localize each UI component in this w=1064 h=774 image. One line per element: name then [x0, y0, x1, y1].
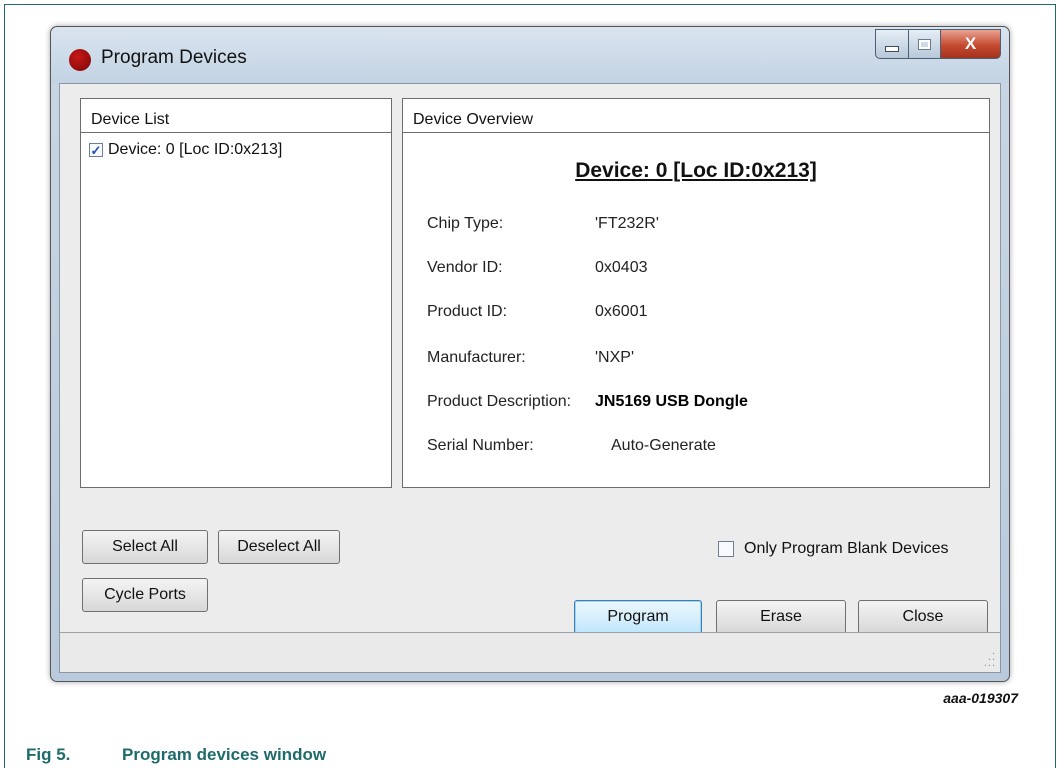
program-devices-window: Program Devices X Device List ✓ Device: … [50, 26, 1010, 682]
property-value: Auto-Generate [611, 437, 716, 454]
property-label: Serial Number: [427, 437, 534, 454]
only-program-blank-label: Only Program Blank Devices [744, 540, 949, 557]
only-program-blank-option[interactable]: Only Program Blank Devices [718, 540, 949, 558]
property-value: 0x0403 [595, 259, 648, 276]
device-overview-header: Device Overview [403, 99, 989, 133]
property-value: JN5169 USB Dongle [595, 393, 748, 410]
only-program-blank-checkbox[interactable] [718, 541, 734, 557]
erase-button[interactable]: Erase [716, 600, 846, 634]
minimize-button[interactable] [875, 29, 909, 59]
program-button[interactable]: Program [574, 600, 702, 634]
window-client-area: Device List ✓ Device: 0 [Loc ID:0x213] D… [59, 83, 1001, 673]
close-window-button[interactable]: X [941, 29, 1001, 59]
device-list-item-label: Device: 0 [Loc ID:0x213] [108, 141, 283, 158]
property-label: Chip Type: [427, 215, 504, 232]
figure-caption-text: Program devices window [122, 745, 327, 764]
select-all-button[interactable]: Select All [82, 530, 208, 564]
maximize-icon [918, 38, 931, 50]
property-value: 0x6001 [595, 303, 648, 320]
property-value: 'FT232R' [595, 215, 659, 232]
resize-grip-icon[interactable]: .. .. . . [984, 646, 995, 669]
overview-device-title: Device: 0 [Loc ID:0x213] [575, 159, 817, 182]
device-list-panel: Device List ✓ Device: 0 [Loc ID:0x213] [80, 98, 392, 488]
device-list-item[interactable]: ✓ Device: 0 [Loc ID:0x213] [89, 141, 282, 159]
status-bar: .. .. . . [60, 632, 1000, 672]
device-overview-panel: Device Overview Device: 0 [Loc ID:0x213]… [402, 98, 990, 488]
device-list-header: Device List [81, 99, 391, 133]
cycle-ports-button[interactable]: Cycle Ports [82, 578, 208, 612]
property-label: Product ID: [427, 303, 508, 320]
maximize-button[interactable] [909, 29, 941, 59]
property-value: 'NXP' [595, 349, 635, 366]
property-label: Manufacturer: [427, 349, 526, 366]
window-title: Program Devices [101, 47, 247, 68]
window-controls: X [875, 29, 1001, 59]
figure-id: aaa-019307 [943, 690, 1018, 706]
figure-caption: Fig 5. Program devices window [26, 745, 326, 765]
close-button[interactable]: Close [858, 600, 988, 634]
title-bar[interactable]: Program Devices X [51, 27, 1009, 83]
checkmark-icon: ✓ [90, 142, 102, 158]
figure-number: Fig 5. [26, 745, 71, 764]
device-checkbox[interactable]: ✓ [89, 143, 103, 157]
close-icon: X [964, 34, 977, 53]
minimize-icon [885, 46, 899, 52]
property-label: Vendor ID: [427, 259, 503, 276]
app-icon [69, 49, 91, 71]
property-label: Product Description: [427, 393, 572, 410]
deselect-all-button[interactable]: Deselect All [218, 530, 340, 564]
